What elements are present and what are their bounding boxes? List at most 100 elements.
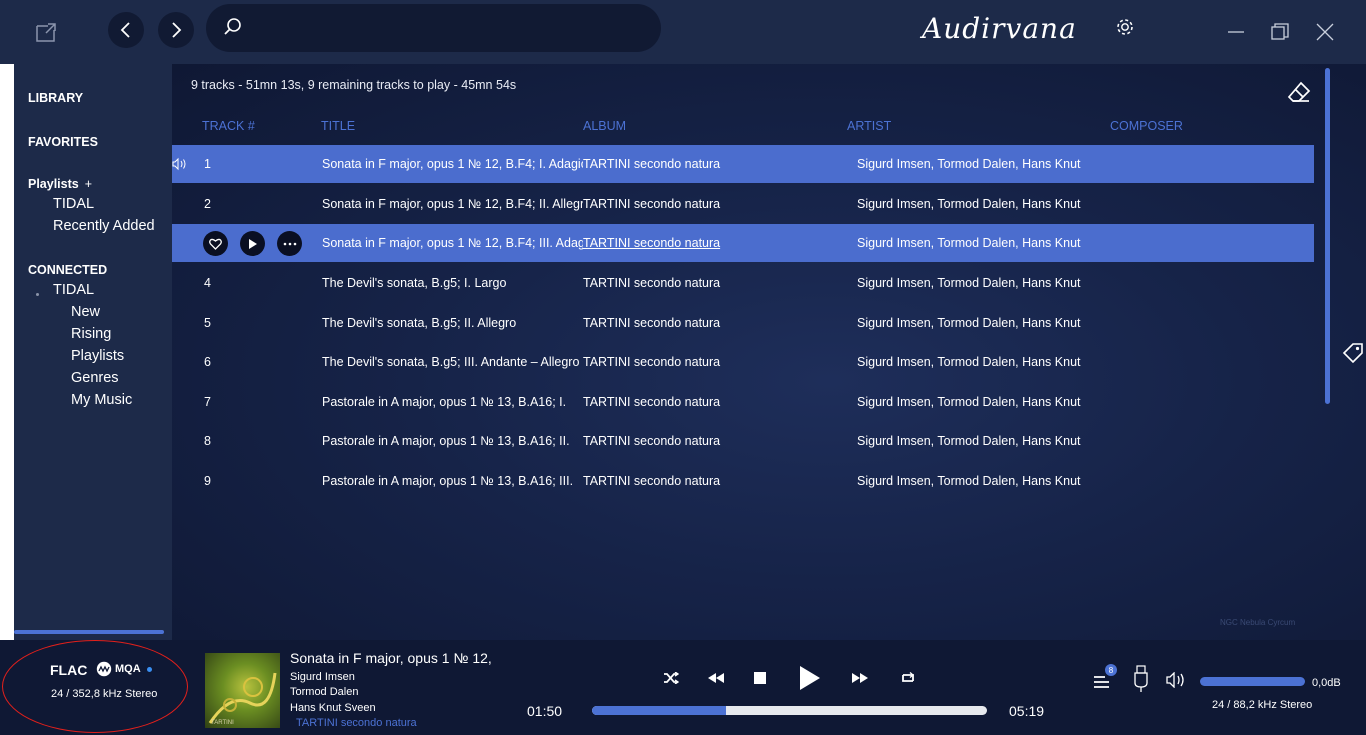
track-album[interactable]: TARTINI secondo natura (583, 316, 783, 330)
speaker-icon (1166, 672, 1184, 688)
track-artist[interactable]: Sigurd Imsen, Tormod Dalen, Hans Knut (857, 276, 1117, 290)
sidebar: LIBRARY FAVORITES Playlists + TIDAL Recen… (14, 64, 172, 640)
track-title: Sonata in F major, opus 1 № 12, B.F4; II… (322, 236, 583, 250)
table-row[interactable]: Sonata in F major, opus 1 № 12, B.F4; II… (172, 224, 1314, 262)
play-track-button[interactable] (240, 231, 265, 256)
sidebar-item-new[interactable]: New (71, 304, 100, 320)
add-playlist-button[interactable]: + (85, 177, 92, 191)
column-header-composer[interactable]: COMPOSER (1110, 119, 1183, 133)
repeat-button[interactable] (893, 666, 923, 690)
forward-button[interactable] (158, 12, 194, 48)
shuffle-button[interactable] (656, 666, 686, 690)
table-row[interactable]: 9 Pastorale in A major, opus 1 № 13, B.A… (172, 462, 1314, 500)
close-button[interactable] (1307, 14, 1343, 50)
table-row[interactable]: 2 Sonata in F major, opus 1 № 12, B.F4; … (172, 185, 1314, 223)
external-window-icon[interactable] (34, 20, 58, 44)
eraser-icon[interactable] (1286, 80, 1312, 111)
track-artist[interactable]: Sigurd Imsen, Tormod Dalen, Hans Knut (857, 395, 1117, 409)
sidebar-item-recently-added[interactable]: Recently Added (53, 218, 155, 234)
heart-icon (209, 238, 222, 250)
sidebar-item-connected: CONNECTED (28, 263, 108, 277)
progress-bar[interactable] (592, 706, 987, 715)
sidebar-item-tidal[interactable]: TIDAL (53, 282, 94, 298)
track-album[interactable]: TARTINI secondo natura (583, 474, 783, 488)
column-header-title[interactable]: TITLE (321, 119, 355, 133)
column-header-artist[interactable]: ARTIST (847, 119, 891, 133)
play-icon (248, 238, 257, 249)
table-row[interactable]: 7 Pastorale in A major, opus 1 № 13, B.A… (172, 383, 1314, 421)
track-title: The Devil's sonata, B.g5; II. Allegro (322, 316, 517, 330)
now-playing-artist: Sigurd Imsen (290, 671, 355, 683)
sidebar-item-label: Playlists (28, 177, 79, 191)
tag-icon[interactable] (1342, 342, 1364, 369)
sidebar-item-rising[interactable]: Rising (71, 326, 111, 342)
track-number: 8 (204, 434, 211, 448)
usb-plug-icon (1134, 665, 1148, 692)
track-artist[interactable]: Sigurd Imsen, Tormod Dalen, Hans Knut (857, 434, 1117, 448)
sidebar-item-playlists[interactable]: Playlists + (28, 177, 92, 191)
track-artist[interactable]: Sigurd Imsen, Tormod Dalen, Hans Knut (857, 197, 1117, 211)
track-album[interactable]: TARTINI secondo natura (583, 395, 783, 409)
previous-button[interactable] (701, 666, 731, 690)
progress-handle[interactable] (726, 706, 731, 715)
track-title: The Devil's sonata, B.g5; I. Largo (322, 276, 507, 290)
album-art[interactable]: TARTINI (205, 653, 280, 728)
column-header-album[interactable]: ALBUM (583, 119, 626, 133)
track-album[interactable]: TARTINI secondo natura (583, 197, 783, 211)
stop-icon (754, 672, 766, 684)
app-logo: Audirvana (922, 12, 1077, 45)
sidebar-item-my-music[interactable]: My Music (71, 392, 132, 408)
now-playing-album-link[interactable]: TARTINI secondo natura (296, 717, 417, 729)
rewind-icon (708, 673, 724, 683)
sidebar-item-genres[interactable]: Genres (71, 370, 119, 386)
table-row[interactable]: 1 Sonata in F major, opus 1 № 12, B.F4; … (172, 145, 1314, 183)
table-row[interactable]: 5 The Devil's sonata, B.g5; II. Allegro … (172, 304, 1314, 342)
track-title: Pastorale in A major, opus 1 № 13, B.A16… (322, 434, 570, 448)
mute-button[interactable] (1162, 670, 1192, 690)
track-artist[interactable]: Sigurd Imsen, Tormod Dalen, Hans Knut (857, 474, 1117, 488)
favorite-button[interactable] (203, 231, 228, 256)
now-playing-title: Sonata in F major, opus 1 № 12, (290, 650, 492, 666)
stop-button[interactable] (745, 666, 775, 690)
track-album[interactable]: TARTINI secondo natura (583, 434, 783, 448)
column-header-track[interactable]: TRACK # (202, 119, 255, 133)
volume-slider[interactable] (1200, 677, 1305, 686)
volume-db: 0,0dB (1312, 677, 1341, 689)
track-number: 7 (204, 395, 211, 409)
next-button[interactable] (845, 666, 875, 690)
track-artist[interactable]: Sigurd Imsen, Tormod Dalen, Hans Knut (857, 355, 1117, 369)
track-artist[interactable]: Sigurd Imsen, Tormod Dalen, Hans Knut (857, 316, 1117, 330)
track-album-link[interactable]: TARTINI secondo natura (583, 236, 783, 250)
queue-count-badge: 8 (1105, 664, 1117, 676)
track-album[interactable]: TARTINI secondo natura (583, 355, 783, 369)
track-artist[interactable]: Sigurd Imsen, Tormod Dalen, Hans Knut (857, 157, 1117, 171)
sidebar-item-tidal-playlist[interactable]: TIDAL (53, 196, 94, 212)
player-bar: FLAC MQA 24 / 352,8 kHz Stereo TARTINI S… (0, 640, 1366, 735)
track-title: Pastorale in A major, opus 1 № 13, B.A16… (322, 474, 574, 488)
sidebar-item-tidal-playlists[interactable]: Playlists (71, 348, 124, 364)
maximize-button[interactable] (1262, 14, 1298, 50)
minimize-button[interactable] (1218, 14, 1254, 50)
table-row[interactable]: 6 The Devil's sonata, B.g5; III. Andante… (172, 343, 1314, 381)
track-number: 2 (204, 197, 211, 211)
sidebar-scrollbar[interactable] (14, 630, 164, 634)
track-album[interactable]: TARTINI secondo natura (583, 157, 783, 171)
track-summary: 9 tracks - 51mn 13s, 9 remaining tracks … (191, 78, 517, 92)
back-button[interactable] (108, 12, 144, 48)
track-list-scrollbar[interactable] (1325, 68, 1330, 404)
progress-fill (592, 706, 729, 715)
track-album[interactable]: TARTINI secondo natura (583, 276, 783, 290)
table-row[interactable]: 8 Pastorale in A major, opus 1 № 13, B.A… (172, 422, 1314, 460)
sidebar-item-library[interactable]: LIBRARY (28, 91, 83, 105)
sidebar-item-favorites[interactable]: FAVORITES (28, 135, 98, 149)
track-artist[interactable]: Sigurd Imsen, Tormod Dalen, Hans Knut (857, 236, 1117, 250)
expand-dot-icon[interactable] (36, 293, 39, 296)
play-button[interactable] (793, 662, 827, 694)
output-device-button[interactable] (1126, 664, 1156, 694)
gear-icon[interactable] (1114, 16, 1136, 38)
more-options-button[interactable] (277, 231, 302, 256)
table-row[interactable]: 4 The Devil's sonata, B.g5; I. Largo TAR… (172, 264, 1314, 302)
background-credit: NGC Nebula Cyrcum (1220, 618, 1296, 627)
search-input[interactable] (206, 4, 661, 52)
track-number: 4 (204, 276, 211, 290)
